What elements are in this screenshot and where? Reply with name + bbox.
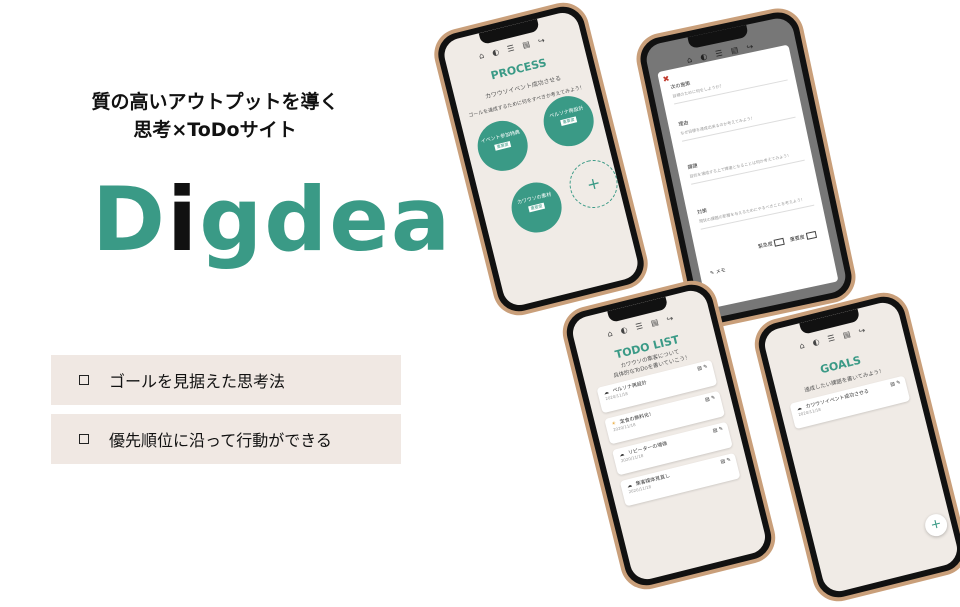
modal-row[interactable]: 次の施策 目標のために何をしようか？ (669, 59, 788, 105)
urgent-checkbox[interactable] (773, 237, 786, 247)
goals-screen: ⌂ ◐ ☰ ▤ ↪ GOALS 達成したい課題を書いてみよう！ ☁ カワウソイベン… (761, 299, 960, 595)
tagline-line1: 質の高いアウトプットを導く (91, 91, 339, 113)
add-goal-button[interactable]: + (922, 511, 950, 539)
phone-goals: ⌂ ◐ ☰ ▤ ↪ GOALS 達成したい課題を書いてみよう！ ☁ カワウソイベン… (749, 287, 960, 607)
phone-todo: ⌂ ◐ ☰ ▤ ↪ TODO LIST カワウソの集客について 具体的なToDo… (557, 275, 781, 595)
modal-row[interactable]: 課題 目的を達成する上で障害となることは何か考えてみよう！ (686, 140, 805, 185)
feature-text: ゴールを見据えた思考法 (109, 372, 286, 391)
detail-screen: ⌂ ◐ ☰ ▤ ↪ ✖ 次の施策 目標のために何をしようか？ 理由 なぜ目標を達成出… (643, 15, 849, 321)
logo-part1: D (92, 168, 168, 271)
tagline-line2: 思考×ToDoサイト (133, 119, 297, 141)
detail-modal: ✖ 次の施策 目標のために何をしようか？ 理由 なぜ目標を達成出来るのか考えてみよう… (657, 44, 839, 310)
checkbox-icon (79, 375, 89, 385)
logo-part3: gdea (199, 168, 453, 271)
process-bubble[interactable]: ペルソナ再設計 重要度 (538, 90, 599, 152)
close-icon[interactable]: ✖ (662, 74, 670, 84)
process-screen: ⌂ ◐ ☰ ▤ ↪ PROCESS カワウソイベント成功させる ゴールを達成する… (440, 9, 642, 309)
phone-process: ⌂ ◐ ☰ ▤ ↪ PROCESS カワウソイベント成功させる ゴールを達成する… (428, 0, 654, 321)
logo: Digdea (92, 176, 452, 264)
add-process-button[interactable]: + (564, 154, 623, 214)
process-bubble[interactable]: カワウソの素材 重要度 (506, 177, 567, 238)
logo-part2: i (167, 168, 200, 271)
phone-detail: ⌂ ◐ ☰ ▤ ↪ ✖ 次の施策 目標のために何をしようか？ 理由 なぜ目標を達成出… (631, 3, 861, 333)
tagline: 質の高いアウトプットを導く 思考×ToDoサイト (40, 88, 390, 144)
todo-screen: ⌂ ◐ ☰ ▤ ↪ TODO LIST カワウソの集客について 具体的なToDo… (569, 287, 769, 583)
modal-row[interactable]: 理由 なぜ目標を達成出来るのか考えてみよう！ (677, 97, 796, 142)
feature-item: 優先順位に沿って行動ができる (51, 414, 401, 464)
feature-item: ゴールを見据えた思考法 (51, 355, 401, 405)
process-bubble[interactable]: イベント参加特典 重要度 (472, 115, 533, 177)
feature-text: 優先順位に沿って行動ができる (109, 431, 332, 450)
important-checkbox[interactable] (805, 230, 818, 240)
modal-row[interactable]: 対策 現状の課題の影響を与えるためにやるべきことを考えよう！ (696, 185, 815, 230)
checkbox-icon (79, 434, 89, 444)
goal-item[interactable]: ☁ カワウソイベント成功させる 2020/11/18 ▤ ✎ (789, 375, 911, 430)
